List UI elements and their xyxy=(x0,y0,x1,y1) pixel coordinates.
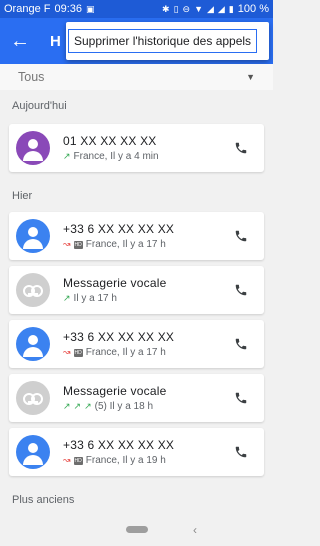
phone-icon[interactable] xyxy=(226,391,256,405)
call-log-item[interactable]: +33 6 XX XX XX XX ↝ HD France, Il y a 19 h xyxy=(9,428,264,476)
call-log-item[interactable]: +33 6 XX XX XX XX ↝ HD France, Il y a 17 h xyxy=(9,212,264,260)
voicemail-avatar-icon[interactable] xyxy=(16,381,50,415)
filter-dropdown[interactable]: Tous ▼ xyxy=(0,64,273,90)
section-today: Aujourd'hui xyxy=(12,100,67,112)
incoming-call-icon: ↗ xyxy=(63,401,71,411)
caller-name: Messagerie vocale xyxy=(63,384,167,398)
incoming-call-icon: ↗ xyxy=(84,401,92,411)
vibrate-icon: ▯ xyxy=(173,3,179,14)
missed-call-icon: ↝ xyxy=(63,239,71,249)
call-info: +33 6 XX XX XX XX ↝ HD France, Il y a 19 h xyxy=(63,438,226,466)
phone-icon[interactable] xyxy=(226,337,256,351)
call-info: +33 6 XX XX XX XX ↝ HD France, Il y a 17 h xyxy=(63,222,226,250)
chevron-left-icon[interactable]: ‹ xyxy=(193,523,197,537)
missed-call-icon: ↝ xyxy=(63,347,71,357)
call-log-item[interactable]: +33 6 XX XX XX XX ↝ HD France, Il y a 17 h xyxy=(9,320,264,368)
voicemail-avatar-icon[interactable] xyxy=(16,273,50,307)
menu-item-delete-history[interactable]: Supprimer l'historique des appels xyxy=(68,29,258,53)
contact-avatar-icon[interactable] xyxy=(16,327,50,361)
arrow-back-icon[interactable]: ← xyxy=(10,30,34,53)
caller-name: 01 XX XX XX XX xyxy=(63,134,157,148)
wifi-icon: ▼ xyxy=(194,3,203,14)
call-meta-text: Il y a 17 h xyxy=(73,293,117,304)
phone-icon[interactable] xyxy=(226,445,256,459)
incoming-call-icon: ↗ xyxy=(63,151,71,161)
incoming-call-icon: ↗ xyxy=(73,401,82,411)
gallery-icon: ▣ xyxy=(86,3,95,14)
contact-avatar-icon[interactable] xyxy=(16,219,50,253)
section-older: Plus anciens xyxy=(12,494,75,506)
contact-avatar-icon[interactable] xyxy=(16,131,50,165)
status-bar: Orange F 09:36 ▣ ✱ ▯ ⊖ ▼ ◢ ◢ ▮ 100 % xyxy=(0,0,273,18)
caret-down-icon: ▼ xyxy=(246,72,255,82)
phone-icon[interactable] xyxy=(226,229,256,243)
battery-label: 100 % xyxy=(237,3,269,15)
overflow-menu: Supprimer l'historique des appels xyxy=(66,22,269,60)
call-info: 01 XX XX XX XX ↗ France, Il y a 4 min xyxy=(63,134,226,162)
call-log-item[interactable]: Messagerie vocale ↗ Il y a 17 h xyxy=(9,266,264,314)
call-meta: ↝ HD France, Il y a 17 h xyxy=(63,347,226,358)
call-info: +33 6 XX XX XX XX ↝ HD France, Il y a 17 h xyxy=(63,330,226,358)
home-pill-icon[interactable] xyxy=(126,526,148,533)
signal-icon: ◢ xyxy=(207,3,214,14)
call-meta: ↗ Il y a 17 h xyxy=(63,293,226,304)
hd-voice-icon: HD xyxy=(73,348,83,357)
clock: 09:36 xyxy=(54,3,82,15)
page-title: H xyxy=(50,32,61,50)
signal2-icon: ◢ xyxy=(217,3,225,14)
call-meta: ↝ HD France, Il y a 19 h xyxy=(63,455,226,466)
system-nav-bar: ‹ xyxy=(0,512,273,546)
call-meta-text: (5) Il y a 18 h xyxy=(94,401,153,412)
bluetooth-icon: ✱ xyxy=(162,3,170,14)
hd-voice-icon: HD xyxy=(73,456,83,465)
call-meta: ↗ ↗ ↗ (5) Il y a 18 h xyxy=(63,401,226,412)
call-meta-text: France, Il y a 17 h xyxy=(85,239,166,250)
battery-icon: ▮ xyxy=(228,3,234,14)
hd-voice-icon: HD xyxy=(73,240,83,249)
incoming-call-icon: ↗ xyxy=(63,293,71,303)
caller-name: +33 6 XX XX XX XX xyxy=(63,222,175,236)
call-meta: ↝ HD France, Il y a 17 h xyxy=(63,239,226,250)
call-meta-text: France, Il y a 19 h xyxy=(85,455,166,466)
phone-icon[interactable] xyxy=(226,283,256,297)
dnd-icon: ⊖ xyxy=(182,3,191,14)
call-meta: ↗ France, Il y a 4 min xyxy=(63,151,226,162)
contact-avatar-icon[interactable] xyxy=(16,435,50,469)
phone-icon[interactable] xyxy=(226,141,256,155)
filter-selected: Tous xyxy=(18,70,45,84)
call-meta-text: France, Il y a 4 min xyxy=(73,151,159,162)
caller-name: +33 6 XX XX XX XX xyxy=(63,330,175,344)
call-log-item[interactable]: 01 XX XX XX XX ↗ France, Il y a 4 min xyxy=(9,124,264,172)
carrier-label: Orange F xyxy=(4,3,51,15)
caller-name: Messagerie vocale xyxy=(63,276,167,290)
call-info: Messagerie vocale ↗ Il y a 17 h xyxy=(63,276,226,304)
section-yesterday: Hier xyxy=(12,190,33,202)
caller-name: +33 6 XX XX XX XX xyxy=(63,438,175,452)
call-meta-text: France, Il y a 17 h xyxy=(85,347,166,358)
call-info: Messagerie vocale ↗ ↗ ↗ (5) Il y a 18 h xyxy=(63,384,226,412)
missed-call-icon: ↝ xyxy=(63,455,71,465)
call-log-item[interactable]: Messagerie vocale ↗ ↗ ↗ (5) Il y a 18 h xyxy=(9,374,264,422)
